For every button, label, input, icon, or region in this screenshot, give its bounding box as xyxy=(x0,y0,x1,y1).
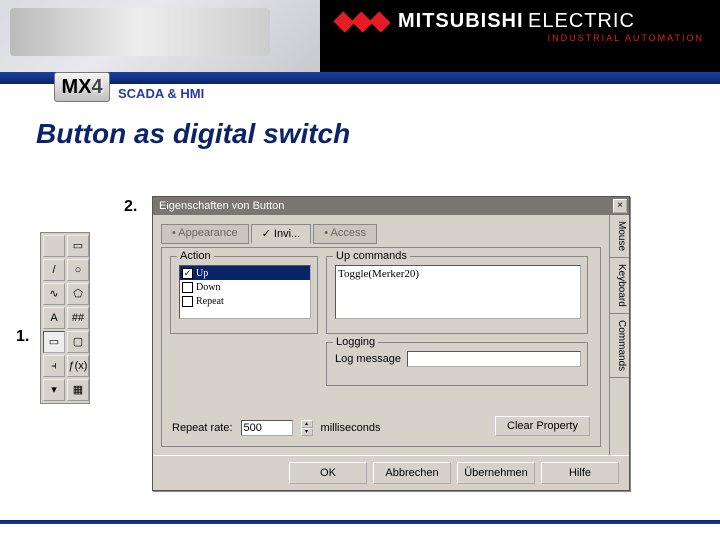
repeat-rate-stepper[interactable]: ▴▾ xyxy=(301,420,313,436)
header-product-image xyxy=(0,0,320,72)
repeat-rate-unit: milliseconds xyxy=(321,422,381,434)
polygon-icon[interactable]: ⬠ xyxy=(67,283,89,305)
hash-icon[interactable]: ## xyxy=(67,307,89,329)
product-tagline: SCADA & HMI xyxy=(118,86,204,101)
tab-appearance[interactable]: • Appearance xyxy=(161,224,249,244)
button-icon[interactable]: ▭ xyxy=(43,331,65,353)
sidebar-tab-commands[interactable]: Commands xyxy=(610,314,629,378)
log-message-input[interactable] xyxy=(407,351,581,367)
tool-palette: ▭/○∿⬠A##▭▢⫞ƒ(x)▾▦ xyxy=(40,232,90,404)
dialog-buttons: OK Abbrechen Übernehmen Hilfe xyxy=(153,455,629,490)
logging-group-label: Logging xyxy=(333,336,378,348)
action-item-up[interactable]: ✓Up xyxy=(180,266,310,280)
hilfe-button[interactable]: Hilfe xyxy=(541,462,619,484)
sidebar-tab-mouse[interactable]: Mouse xyxy=(610,215,629,258)
brand-name-2: ELECTRIC xyxy=(528,10,635,32)
action-group-label: Action xyxy=(177,250,214,262)
ellipse-icon[interactable]: ○ xyxy=(67,259,89,281)
product-badge: MX4 xyxy=(54,72,110,102)
brand-bar: MITSUBISHI ELECTRIC INDUSTRIAL AUTOMATIO… xyxy=(320,0,720,72)
up-commands-group: Up commands xyxy=(326,256,588,334)
tab-access[interactable]: • Access xyxy=(313,224,377,244)
fx-icon[interactable]: ƒ(x) xyxy=(67,355,89,377)
line-icon[interactable]: / xyxy=(43,259,65,281)
action-item-down[interactable]: Down xyxy=(180,280,310,294)
step-label-2: 2. xyxy=(124,198,137,216)
grid-icon[interactable]: ▦ xyxy=(67,379,89,401)
logging-group: Logging Log message xyxy=(326,342,588,386)
brand-name-1: MITSUBISHI xyxy=(398,10,524,32)
sidebar-tab-keyboard[interactable]: Keyboard xyxy=(610,258,629,314)
dialog-title: Eigenschaften von Button xyxy=(159,200,613,212)
brand-subline: INDUSTRIAL AUTOMATION xyxy=(336,33,704,43)
step-label-1: 1. xyxy=(16,328,29,346)
dialog-tabs: • Appearance✓ Invi...• Access xyxy=(161,223,601,243)
repeat-rate-input[interactable] xyxy=(241,420,293,436)
down-icon[interactable]: ▾ xyxy=(43,379,65,401)
clear-property-button[interactable]: Clear Property xyxy=(495,416,590,436)
action-group: Action ✓UpDownRepeat xyxy=(170,256,318,334)
text-icon[interactable]: A xyxy=(43,307,65,329)
action-list[interactable]: ✓UpDownRepeat xyxy=(179,265,311,319)
bernehmen-button[interactable]: Übernehmen xyxy=(457,462,535,484)
curve-icon[interactable]: ∿ xyxy=(43,283,65,305)
dialog-sidebar: MouseKeyboardCommands xyxy=(609,215,629,455)
log-message-label: Log message xyxy=(335,353,401,365)
select-icon[interactable]: ▭ xyxy=(67,235,89,257)
footer-stripe xyxy=(0,520,720,524)
abbrechen-button[interactable]: Abbrechen xyxy=(373,462,451,484)
display-icon[interactable]: ▢ xyxy=(67,331,89,353)
tab-invi[interactable]: ✓ Invi... xyxy=(251,224,312,244)
chart-icon[interactable]: ⫞ xyxy=(43,355,65,377)
page-title: Button as digital switch xyxy=(36,118,720,150)
close-icon[interactable]: × xyxy=(613,199,627,213)
button-properties-dialog: Eigenschaften von Button × • Appearance✓… xyxy=(152,196,630,491)
up-commands-textarea[interactable] xyxy=(335,265,581,319)
repeat-rate-label: Repeat rate: xyxy=(172,422,233,434)
pointer-icon[interactable] xyxy=(43,235,65,257)
ok-button[interactable]: OK xyxy=(289,462,367,484)
mitsubishi-logo-icon xyxy=(336,15,390,29)
action-item-repeat[interactable]: Repeat xyxy=(180,294,310,308)
up-commands-label: Up commands xyxy=(333,250,410,262)
